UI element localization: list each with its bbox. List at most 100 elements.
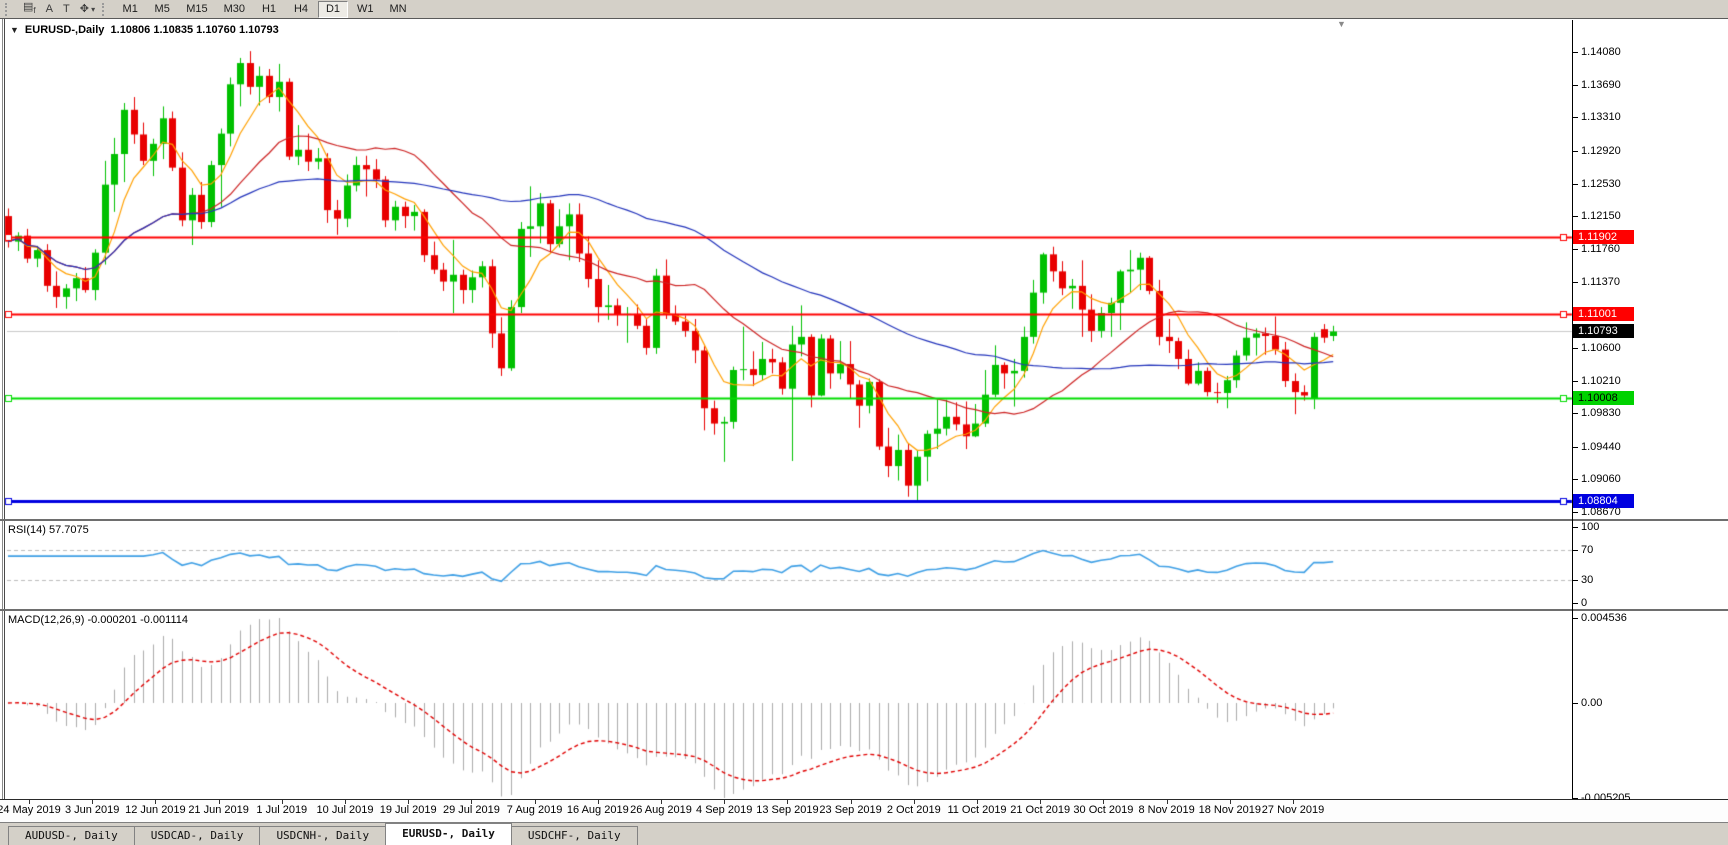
timeframe-m5[interactable]: M5 — [147, 1, 177, 18]
price-tick-label: 1.11760 — [1581, 243, 1620, 255]
date-label: 12 Jun 2019 — [125, 804, 186, 816]
timeframe-h1[interactable]: H1 — [254, 1, 284, 18]
axis-tick — [1573, 447, 1578, 448]
toolbar-grip-2[interactable] — [102, 3, 110, 16]
axis-tick — [1573, 703, 1578, 704]
chart-tab-eurusd[interactable]: EURUSD-, Daily — [385, 823, 512, 845]
indicator-list-icon[interactable]: ▤f — [18, 0, 41, 18]
axis-tick — [1573, 184, 1578, 185]
timeframe-mn[interactable]: MN — [383, 1, 414, 18]
date-label: 16 Aug 2019 — [567, 804, 629, 816]
rsi-scale-label: 100 — [1581, 521, 1599, 533]
toolbar: ▤fAT✥ ▾ M1M5M15M30H1H4D1W1MN — [0, 0, 1728, 19]
axis-tick — [1573, 282, 1578, 283]
date-label: 1 Jul 2019 — [256, 804, 307, 816]
chart-tab-usdcnh[interactable]: USDCNH-, Daily — [259, 826, 386, 845]
rsi-scale-label: 70 — [1581, 544, 1593, 556]
timeframe-m15[interactable]: M15 — [179, 1, 214, 18]
date-label: 24 May 2019 — [0, 804, 61, 816]
panel-separator-macd[interactable] — [0, 609, 1728, 611]
chart-tab-audusd[interactable]: AUDUSD-, Daily — [8, 826, 135, 845]
price-tick-label: 1.12530 — [1581, 178, 1621, 190]
date-label: 2 Oct 2019 — [887, 804, 941, 816]
price-tick-label: 1.14080 — [1581, 46, 1621, 58]
text-label-icon[interactable]: T — [58, 2, 75, 17]
date-label: 21 Jun 2019 — [188, 804, 249, 816]
date-label: 29 Jul 2019 — [443, 804, 500, 816]
price-tick-label: 1.12920 — [1581, 145, 1621, 157]
price-tick-label: 1.10600 — [1581, 342, 1621, 354]
timeframe-d1[interactable]: D1 — [318, 1, 348, 18]
chart-symbol-title: EURUSD-,Daily — [25, 24, 104, 36]
axis-tick — [1573, 580, 1578, 581]
price-tick-label: 1.10210 — [1581, 375, 1621, 387]
arrow-label-icon[interactable]: A — [41, 2, 58, 17]
price-axis[interactable]: 1.14080 1.13690 1.13310 1.12920 1.12530 1.121… — [1572, 20, 1727, 799]
axis-tick — [1573, 798, 1578, 799]
date-label: 11 Oct 2019 — [947, 804, 1006, 816]
macd-scale-label: 0.00 — [1581, 697, 1602, 709]
panel-separator-rsi[interactable] — [0, 519, 1728, 521]
axis-tick — [1573, 603, 1578, 604]
cursor-tool-icon[interactable]: ✥ ▾ — [75, 2, 100, 17]
rsi-scale-label: 30 — [1581, 574, 1593, 586]
date-label: 7 Aug 2019 — [507, 804, 563, 816]
axis-tick — [1573, 527, 1578, 528]
date-axis[interactable]: 24 May 2019 3 Jun 2019 12 Jun 201921 Jun 2… — [0, 800, 1728, 822]
timeframe-m30[interactable]: M30 — [217, 1, 252, 18]
date-label: 23 Sep 2019 — [819, 804, 881, 816]
price-level-badge: 1.11902 — [1573, 230, 1634, 244]
price-tick-label: 1.13310 — [1581, 111, 1621, 123]
timeframe-h4[interactable]: H4 — [286, 1, 316, 18]
date-label: 10 Jul 2019 — [317, 804, 374, 816]
date-label: 3 Jun 2019 — [65, 804, 119, 816]
chart-ohlc-readout: 1.10806 1.10835 1.10760 1.10793 — [111, 24, 279, 36]
chart-shift-marker-icon[interactable]: ▼ — [1337, 19, 1346, 29]
macd-indicator-canvas[interactable] — [0, 611, 1728, 799]
rsi-indicator-canvas[interactable] — [0, 521, 1728, 609]
price-level-badge: 1.10008 — [1573, 391, 1634, 405]
rsi-label: RSI(14) 57.7075 — [8, 524, 89, 536]
chart-tab-usdcad[interactable]: USDCAD-, Daily — [134, 826, 261, 845]
price-tick-label: 1.08670 — [1581, 506, 1621, 518]
price-tick-label: 1.13690 — [1581, 79, 1621, 91]
axis-tick — [1573, 479, 1578, 480]
axis-tick — [1573, 413, 1578, 414]
axis-tick — [1573, 512, 1578, 513]
timeframe-w1[interactable]: W1 — [350, 1, 381, 18]
axis-tick — [1573, 381, 1578, 382]
toolbar-grip[interactable] — [5, 3, 13, 16]
price-tick-label: 1.11370 — [1581, 276, 1620, 288]
date-label: 30 Oct 2019 — [1073, 804, 1133, 816]
price-chart-canvas[interactable] — [0, 20, 1728, 519]
price-tick-label: 1.12150 — [1581, 210, 1621, 222]
mt4-window: ▤fAT✥ ▾ M1M5M15M30H1H4D1W1MN ▼ EURUSD-,Da… — [0, 0, 1728, 845]
date-label: 8 Nov 2019 — [1138, 804, 1194, 816]
price-tick-label: 1.09830 — [1581, 407, 1621, 419]
price-tick-label: 1.09060 — [1581, 473, 1621, 485]
axis-tick — [1573, 117, 1578, 118]
price-level-badge: 1.11001 — [1573, 307, 1634, 321]
macd-scale-label: 0.004536 — [1581, 612, 1627, 624]
date-label: 4 Sep 2019 — [696, 804, 752, 816]
chart-tab-usdchf[interactable]: USDCHF-, Daily — [511, 826, 638, 845]
timeframe-m1[interactable]: M1 — [115, 1, 145, 18]
axis-tick — [1573, 52, 1578, 53]
axis-tick — [1573, 151, 1578, 152]
date-label: 18 Nov 2019 — [1199, 804, 1261, 816]
date-label: 19 Jul 2019 — [380, 804, 437, 816]
chart-tab-bar: AUDUSD-, DailyUSDCAD-, DailyUSDCNH-, Dai… — [0, 822, 1728, 845]
date-label: 27 Nov 2019 — [1262, 804, 1324, 816]
axis-tick — [1573, 85, 1578, 86]
price-tick-label: 1.09440 — [1581, 441, 1621, 453]
rsi-scale-label: 0 — [1581, 597, 1587, 609]
chart-title-row: ▼ EURUSD-,Daily 1.10806 1.10835 1.10760 1… — [10, 24, 279, 36]
axis-tick — [1573, 216, 1578, 217]
collapse-icon[interactable]: ▼ — [10, 25, 19, 35]
date-label: 13 Sep 2019 — [756, 804, 818, 816]
drawing-tools: ▤fAT✥ ▾ — [18, 0, 100, 18]
macd-label: MACD(12,26,9) -0.000201 -0.001114 — [8, 614, 188, 626]
date-label: 26 Aug 2019 — [630, 804, 692, 816]
axis-tick — [1573, 618, 1578, 619]
axis-tick — [1573, 348, 1578, 349]
